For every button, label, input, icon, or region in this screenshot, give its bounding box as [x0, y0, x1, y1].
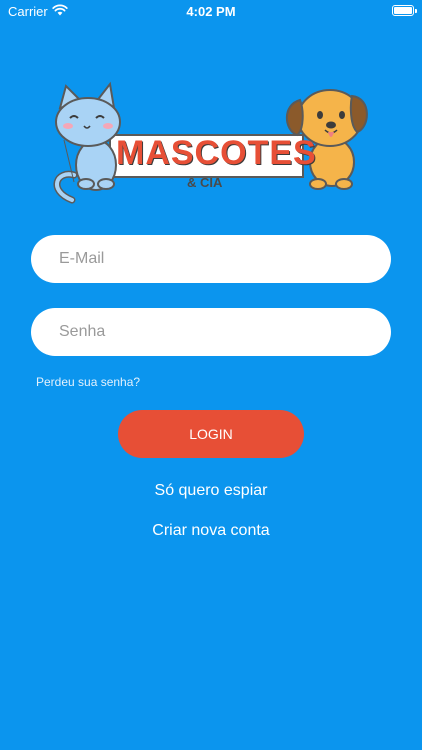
- status-bar: Carrier 4:02 PM: [0, 0, 422, 24]
- password-field[interactable]: [31, 308, 391, 356]
- forgot-password-link[interactable]: Perdeu sua senha?: [36, 375, 140, 389]
- guest-access-link[interactable]: Só quero espiar: [0, 482, 422, 500]
- logo-subtitle: & CIA: [187, 175, 223, 190]
- email-field[interactable]: [31, 235, 391, 283]
- login-button[interactable]: LOGIN: [118, 410, 304, 458]
- email-input[interactable]: [57, 249, 365, 269]
- create-account-link[interactable]: Criar nova conta: [0, 522, 422, 540]
- logo-title: MASCOTES: [116, 134, 317, 172]
- app-logo: MASCOTES & CIA: [52, 80, 372, 215]
- battery-level: [394, 7, 412, 14]
- password-input[interactable]: [57, 322, 365, 342]
- battery-icon: [392, 5, 417, 16]
- status-time: 4:02 PM: [186, 4, 236, 19]
